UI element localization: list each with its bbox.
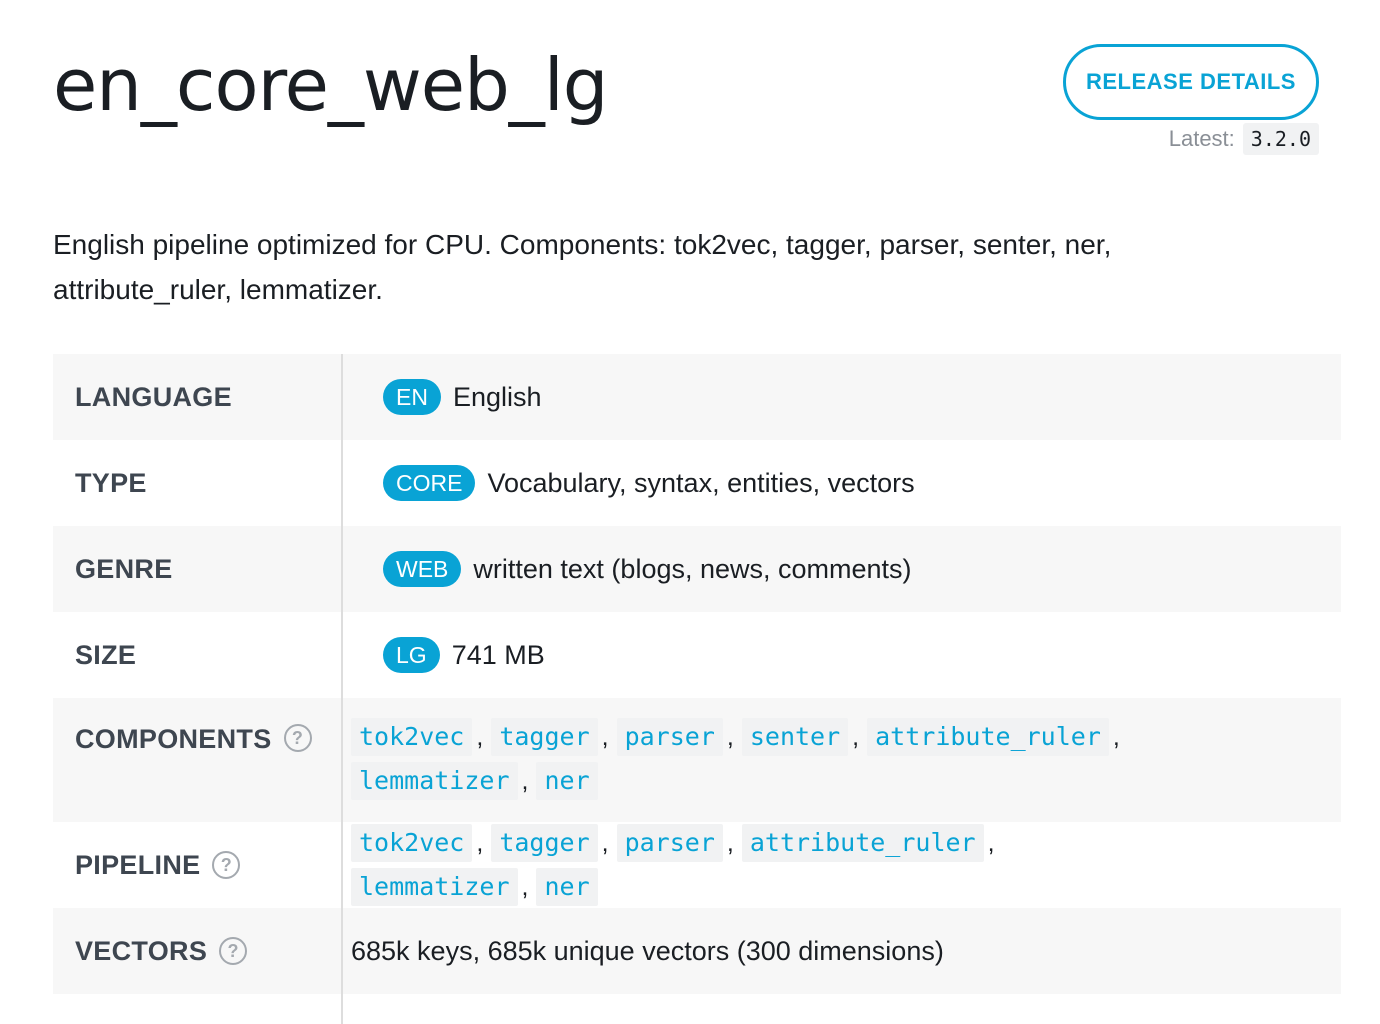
component-chip-item: lemmatizer, <box>351 868 536 906</box>
component-chip-item: parser, <box>616 718 742 756</box>
row-value: CORE Vocabulary, syntax, entities, vecto… <box>343 440 1341 526</box>
component-chip-item: lemmatizer, <box>351 762 536 800</box>
chip-separator: , <box>601 828 609 857</box>
row-value: tok2vec, tagger, parser, attribute_ruler, le… <box>343 822 1341 908</box>
chip-separator: , <box>476 828 484 857</box>
genre-value: written text (blogs, news, comments) <box>473 553 912 584</box>
page-title: en_core_web_lg <box>53 43 608 127</box>
component-chip: parser <box>616 824 723 862</box>
chip-separator: , <box>726 722 734 751</box>
genre-tag: WEB <box>383 551 462 587</box>
component-chip: parser <box>616 718 723 756</box>
vectors-value: 685k keys, 685k unique vectors (300 dime… <box>351 935 944 966</box>
model-description: English pipeline optimized for CPU. Comp… <box>53 229 1112 305</box>
row-label: TYPE <box>53 440 343 526</box>
language-value: English <box>452 381 542 412</box>
component-chip-item: tok2vec, <box>351 824 491 862</box>
row-label: SIZE <box>53 612 343 698</box>
row-label-text: PIPELINE <box>75 849 201 880</box>
table-row-vectors: VECTORS ? 685k keys, 685k unique vectors… <box>53 908 1341 994</box>
table-row-pipeline: PIPELINE ? tok2vec, tagger, parser, attribu… <box>53 822 1341 908</box>
component-chip-item: attribute_ruler, <box>867 718 1128 756</box>
component-chip: tok2vec <box>351 718 473 756</box>
row-label: GENRE <box>53 526 343 612</box>
chip-separator: , <box>852 722 860 751</box>
row-label-text: COMPONENTS <box>75 724 272 754</box>
table-row-spacer <box>53 994 1341 1024</box>
component-chip-item: tok2vec, <box>351 718 491 756</box>
component-chip-item: ner <box>536 762 598 800</box>
size-tag: LG <box>383 637 440 673</box>
row-value: LG 741 MB <box>343 612 1341 698</box>
component-chip: tok2vec <box>351 824 473 862</box>
type-tag: CORE <box>383 465 476 501</box>
latest-version: Latest: 3.2.0 <box>1060 121 1319 157</box>
model-details-table: LANGUAGE EN English TYPE CORE Vocabulary… <box>53 354 1341 1024</box>
chip-separator: , <box>601 722 609 751</box>
row-label-text: VECTORS <box>75 935 208 966</box>
table-row-type: TYPE CORE Vocabulary, syntax, entities, … <box>53 440 1341 526</box>
row-value: EN English <box>343 354 1341 440</box>
component-chip-item: senter, <box>741 718 867 756</box>
chip-separator: , <box>476 722 484 751</box>
component-chip-item: tagger, <box>491 824 616 862</box>
row-label <box>53 994 343 1024</box>
chip-separator: , <box>521 872 529 901</box>
chip-separator: , <box>1112 722 1120 751</box>
row-value <box>343 994 1341 1024</box>
component-chip: ner <box>536 868 598 906</box>
chip-separator: , <box>987 828 995 857</box>
row-label: VECTORS ? <box>53 908 343 994</box>
component-chip: lemmatizer <box>351 868 518 906</box>
component-chip: ner <box>536 762 598 800</box>
row-label-text: GENRE <box>75 553 173 584</box>
component-chip: tagger <box>491 824 598 862</box>
row-label-text: LANGUAGE <box>75 381 232 412</box>
question-circle-icon[interactable]: ? <box>219 937 248 965</box>
row-label-text: TYPE <box>75 467 147 498</box>
component-chip: lemmatizer <box>351 762 518 800</box>
component-chip-item: parser, <box>616 824 742 862</box>
component-chip-item: attribute_ruler, <box>741 824 1003 862</box>
row-value: 685k keys, 685k unique vectors (300 dime… <box>343 908 1341 994</box>
table-row-language: LANGUAGE EN English <box>53 354 1341 440</box>
component-chip: tagger <box>491 718 598 756</box>
latest-version-badge: 3.2.0 <box>1242 123 1319 155</box>
pipeline-list: tok2vec, tagger, parser, attribute_ruler, le… <box>351 824 1151 906</box>
component-chip: attribute_ruler <box>741 824 984 862</box>
table-row-genre: GENRE WEB written text (blogs, news, com… <box>53 526 1341 612</box>
row-value: tok2vec, tagger, parser, senter, attribute_r… <box>343 698 1341 822</box>
component-chip-item: tagger, <box>491 718 616 756</box>
language-tag: EN <box>383 379 441 415</box>
component-chip: senter <box>741 718 849 756</box>
release-details-button[interactable]: RELEASE DETAILS <box>1063 44 1319 120</box>
component-chip: attribute_ruler <box>867 718 1109 756</box>
type-value: Vocabulary, syntax, entities, vectors <box>487 467 915 498</box>
row-label: COMPONENTS ? <box>53 698 343 822</box>
chip-separator: , <box>521 766 529 795</box>
size-value: 741 MB <box>451 639 545 670</box>
table-row-size: SIZE LG 741 MB <box>53 612 1341 698</box>
component-chip-item: ner <box>536 868 598 906</box>
chip-separator: , <box>726 828 734 857</box>
row-label: LANGUAGE <box>53 354 343 440</box>
question-circle-icon[interactable]: ? <box>212 851 241 879</box>
question-circle-icon[interactable]: ? <box>283 724 312 752</box>
row-label: PIPELINE ? <box>53 822 343 908</box>
components-list: tok2vec, tagger, parser, senter, attribute_r… <box>351 718 1151 800</box>
table-row-components: COMPONENTS ? tok2vec, tagger, parser, sente… <box>53 698 1341 822</box>
row-label-text: SIZE <box>75 639 137 670</box>
row-value: WEB written text (blogs, news, comments) <box>343 526 1341 612</box>
latest-label: Latest: <box>1168 126 1235 151</box>
